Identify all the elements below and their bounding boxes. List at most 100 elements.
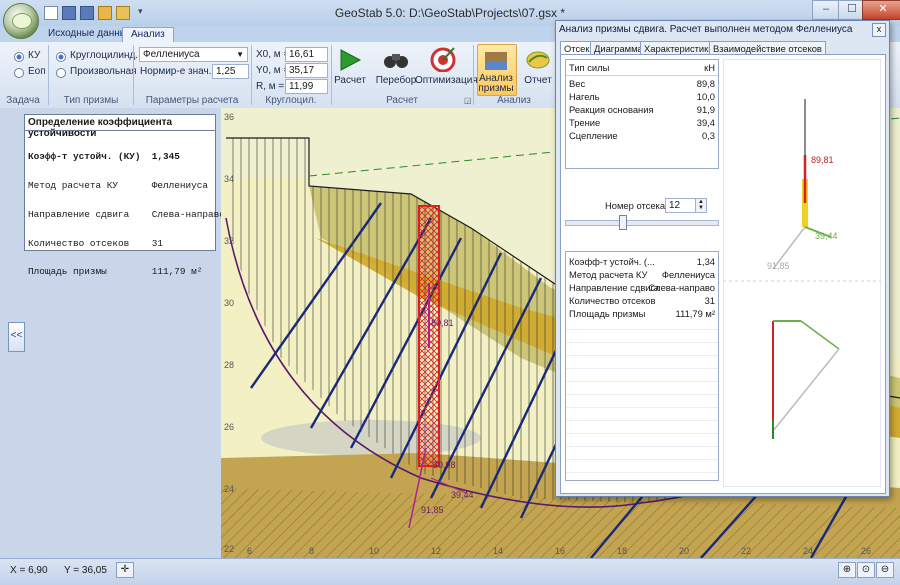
circle-prism-caption: Круглоцил. призма — [265, 95, 317, 118]
close-button[interactable]: ✕ — [862, 0, 900, 20]
forces-header: Тип силы кН — [566, 62, 718, 76]
collapse-panel-button[interactable]: << — [8, 322, 25, 352]
cursor-y: Y = 36,05 — [64, 565, 107, 576]
prism-chart-icon — [485, 52, 507, 70]
section-number-label: Номер отсека — [605, 200, 666, 211]
prism-circular-label: Круглоцилинд. — [70, 50, 139, 61]
chevron-down-icon: ▼ — [236, 50, 244, 59]
y-tick: 28 — [224, 360, 234, 370]
tab-analysis[interactable]: Анализ — [122, 27, 174, 42]
y-tick: 36 — [224, 112, 234, 122]
status-bar — [0, 558, 900, 585]
snap-grid-icon[interactable]: ✛ — [116, 562, 134, 578]
section-number-input[interactable]: 12 — [665, 198, 696, 213]
dialog-tab-section[interactable]: Отсек — [560, 41, 594, 55]
x-tick: 24 — [803, 546, 813, 556]
force-label-d: 39,44 — [451, 490, 474, 500]
table-row: Нагель 10,0 — [569, 91, 715, 102]
x-tick: 22 — [741, 546, 751, 556]
zoom-out-icon[interactable]: ⊖ — [876, 562, 894, 578]
x-tick: 10 — [369, 546, 379, 556]
info-line: Направление сдвига Слева-направо — [28, 208, 225, 220]
prism-arbitrary-label: Произвольная — [70, 66, 137, 77]
info-line: Количество отсеков 31 — [28, 237, 164, 249]
app-logo-icon — [12, 13, 32, 29]
report-button[interactable]: Отчет — [522, 75, 554, 86]
task-ku-label: КУ — [28, 50, 41, 61]
table-row: Метод расчета КУ Феллениуса — [566, 269, 718, 282]
calc-button[interactable]: Расчет — [332, 75, 368, 86]
prism-circular-radio[interactable] — [56, 52, 66, 62]
task-eop-radio[interactable] — [14, 68, 24, 78]
r-input[interactable]: 11,99 — [285, 79, 328, 94]
forces-grid: Тип силы кН Вес 89,8 Нагель 10,0 Реакция ос… — [565, 59, 719, 169]
table-row: Вес 89,8 — [569, 78, 715, 89]
method-select[interactable]: Феллениуса ▼ — [139, 47, 248, 62]
force-diagram: 89,81 39,44 91,85 — [723, 59, 881, 487]
optimize-button[interactable]: Оптимизация — [415, 75, 478, 86]
force-label-c: 91,85 — [421, 505, 444, 515]
report-leaf-icon[interactable] — [526, 48, 550, 70]
x-tick: 18 — [617, 546, 627, 556]
task-eop-label: Еоп — [28, 66, 46, 77]
calc-params-caption: Параметры расчета — [145, 95, 239, 106]
x-tick: 6 — [247, 546, 252, 556]
section-spinner[interactable]: ▲ ▼ — [695, 198, 707, 213]
zoom-fit-icon[interactable]: ⊙ — [857, 562, 875, 578]
dialog-tab-characteristics[interactable]: Характеристики — [640, 41, 718, 55]
analysis-group-caption: Анализ — [497, 95, 531, 106]
info-line: Метод расчета КУ Феллениуса — [28, 179, 209, 191]
prism-analysis-label: Анализ призмы — [478, 73, 514, 94]
app-menu-button[interactable] — [3, 3, 39, 39]
y-tick: 26 — [224, 422, 234, 432]
table-row: Коэфф-т устойч. (... 1,34 — [566, 256, 718, 269]
r-label: R, м = — [256, 81, 285, 92]
search-button[interactable]: Перебор — [374, 75, 418, 86]
section-slider-track[interactable] — [565, 220, 719, 226]
x0-input[interactable]: 16,61 — [285, 47, 328, 62]
x-tick: 8 — [309, 546, 314, 556]
diagram-reaction-label: 91,85 — [767, 261, 790, 271]
target-icon[interactable] — [430, 46, 456, 72]
x-tick: 12 — [431, 546, 441, 556]
divider — [25, 130, 215, 131]
dialog-title: Анализ призмы сдвига. Расчет выполнен ме… — [559, 24, 853, 35]
dialog-close-button[interactable]: x — [872, 23, 886, 37]
table-row: Сцепление 0,3 — [569, 130, 715, 141]
dialog-tab-interaction[interactable]: Взаимодействие отсеков — [709, 41, 826, 55]
table-row: Площадь призмы 111,79 м² — [566, 308, 718, 321]
task-ku-radio[interactable] — [14, 52, 24, 62]
force-label-a: 89,81 — [431, 318, 454, 328]
task-group-caption: Задача — [6, 95, 40, 106]
info-line: Коэфф-т устойч. (КУ) 1,345 — [28, 151, 180, 163]
y-tick: 32 — [224, 236, 234, 246]
calc-group-caption: Расчет — [386, 95, 418, 106]
info-line: Площадь призмы 111,79 м² — [28, 266, 203, 278]
section-slider-thumb[interactable] — [619, 215, 627, 230]
dialog-tab-diagram[interactable]: Диаграмма — [590, 41, 647, 55]
info-lines: Коэфф-т устойч. (КУ) 1,345 Метод расчета… — [28, 133, 225, 296]
prism-arbitrary-radio[interactable] — [56, 68, 66, 78]
y-tick: 34 — [224, 174, 234, 184]
method-value: Феллениуса — [143, 49, 200, 60]
stability-info-box: Определение коэффициента устойчивости Ко… — [24, 114, 225, 276]
x-tick: 26 — [861, 546, 871, 556]
y0-input[interactable]: 35,17 — [285, 63, 328, 78]
x-tick: 20 — [679, 546, 689, 556]
prism-analysis-dialog: Анализ призмы сдвига. Расчет выполнен ме… — [555, 20, 890, 497]
binoculars-icon[interactable] — [383, 50, 409, 70]
table-row: Направление сдвига Слева-направо — [566, 282, 718, 295]
x-tick: 14 — [493, 546, 503, 556]
summary-grid: Коэфф-т устойч. (... 1,34 Метод расчета К… — [565, 251, 719, 481]
norm-value-input[interactable]: 1,25 — [212, 64, 249, 79]
group-launcher-icon[interactable]: ◲ — [464, 96, 472, 105]
group-separator — [48, 45, 49, 105]
dialog-body: Тип силы кН Вес 89,8 Нагель 10,0 Реакция ос… — [560, 54, 886, 494]
table-row: Реакция основания 91,9 — [569, 104, 715, 115]
minimize-button[interactable]: – — [812, 0, 840, 20]
force-label-b: 30,98 — [433, 460, 456, 470]
table-row: Трение 39,4 — [569, 117, 715, 128]
y-tick: 22 — [224, 544, 234, 554]
play-icon[interactable] — [338, 48, 362, 72]
zoom-in-icon[interactable]: ⊕ — [838, 562, 856, 578]
